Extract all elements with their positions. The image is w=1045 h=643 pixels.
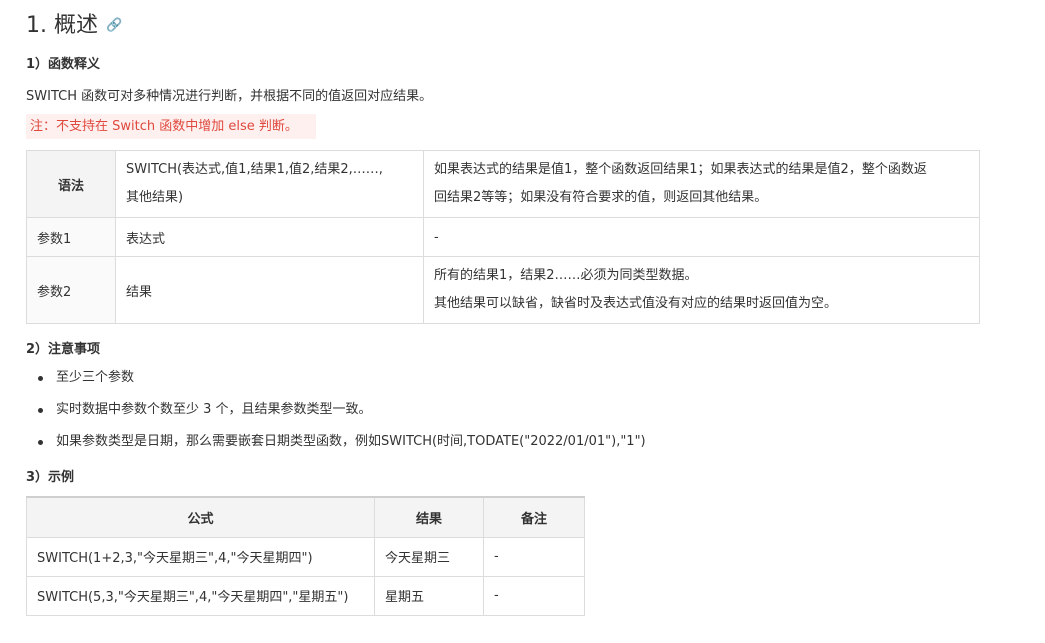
result-cell: 今天星期三 <box>374 536 484 577</box>
notes-list: 至少三个参数 实时数据中参数个数至少 3 个，且结果参数类型一致。 如果参数类型… <box>26 364 646 460</box>
list-item: 至少三个参数 <box>26 364 646 396</box>
syntax-line: 其他结果) <box>126 190 184 205</box>
syntax-label-cell: 语法 <box>26 150 116 218</box>
link-icon[interactable]: 🔗 <box>106 18 122 33</box>
table-row: SWITCH(1+2,3,"今天星期三",4,"今天星期四") 今天星期三 - <box>26 536 585 577</box>
syntax-table: 语法 SWITCH(表达式,值1,结果1,值2,结果2,……, 其他结果) 如果… <box>26 150 980 324</box>
column-header-formula: 公式 <box>26 496 375 538</box>
list-item: 实时数据中参数个数至少 3 个，且结果参数类型一致。 <box>26 396 646 428</box>
example-table: 公式 结果 备注 SWITCH(1+2,3,"今天星期三",4,"今天星期四")… <box>26 496 585 616</box>
param2-name-cell: 结果 <box>115 256 424 324</box>
notes-heading: 2）注意事项 <box>26 342 101 357</box>
example-heading: 3）示例 <box>26 470 75 485</box>
table-row: 参数2 结果 所有的结果1，结果2……必须为同类型数据。 其他结果可以缺省，缺省… <box>26 256 980 324</box>
warning-note: 注：不支持在 Switch 函数中增加 else 判断。 <box>26 114 316 139</box>
syntax-line: SWITCH(表达式,值1,结果1,值2,结果2,……, <box>126 162 383 177</box>
definition-description: SWITCH 函数可对多种情况进行判断，并根据不同的值返回对应结果。 <box>26 89 433 104</box>
param2-label-cell: 参数2 <box>26 256 116 324</box>
table-row: 语法 SWITCH(表达式,值1,结果1,值2,结果2,……, 其他结果) 如果… <box>26 150 980 218</box>
list-item: 如果参数类型是日期，那么需要嵌套日期类型函数，例如SWITCH(时间,TODAT… <box>26 428 646 460</box>
definition-heading: 1）函数释义 <box>26 57 101 72</box>
table-row: SWITCH(5,3,"今天星期三",4,"今天星期四","星期五") 星期五 … <box>26 575 585 616</box>
syntax-description-line: 回结果2等等；如果没有符合要求的值，则返回其他结果。 <box>434 190 768 205</box>
column-header-result: 结果 <box>374 496 484 538</box>
param2-description-line: 其他结果可以缺省，缺省时及表达式值没有对应的结果时返回值为空。 <box>434 296 838 311</box>
page-title-text: 1. 概述 <box>26 13 98 38</box>
param2-description-line: 所有的结果1，结果2……必须为同类型数据。 <box>434 268 698 283</box>
syntax-cell: SWITCH(表达式,值1,结果1,值2,结果2,……, 其他结果) <box>115 150 424 218</box>
param2-description-cell: 所有的结果1，结果2……必须为同类型数据。 其他结果可以缺省，缺省时及表达式值没… <box>423 256 980 324</box>
param1-label-cell: 参数1 <box>26 217 116 257</box>
formula-cell: SWITCH(5,3,"今天星期三",4,"今天星期四","星期五") <box>26 575 375 616</box>
page-title: 1. 概述 🔗 <box>26 10 122 42</box>
remark-cell: - <box>483 575 585 616</box>
table-header-row: 公式 结果 备注 <box>26 496 585 538</box>
result-cell: 星期五 <box>374 575 484 616</box>
syntax-description-line: 如果表达式的结果是值1，整个函数返回结果1；如果表达式的结果是值2，整个函数返 <box>434 162 927 177</box>
syntax-description-cell: 如果表达式的结果是值1，整个函数返回结果1；如果表达式的结果是值2，整个函数返 … <box>423 150 980 218</box>
param1-name-cell: 表达式 <box>115 217 424 257</box>
remark-cell: - <box>483 536 585 577</box>
param1-description-cell: - <box>423 217 980 257</box>
formula-cell: SWITCH(1+2,3,"今天星期三",4,"今天星期四") <box>26 536 375 577</box>
column-header-remark: 备注 <box>483 496 585 538</box>
table-row: 参数1 表达式 - <box>26 217 980 257</box>
